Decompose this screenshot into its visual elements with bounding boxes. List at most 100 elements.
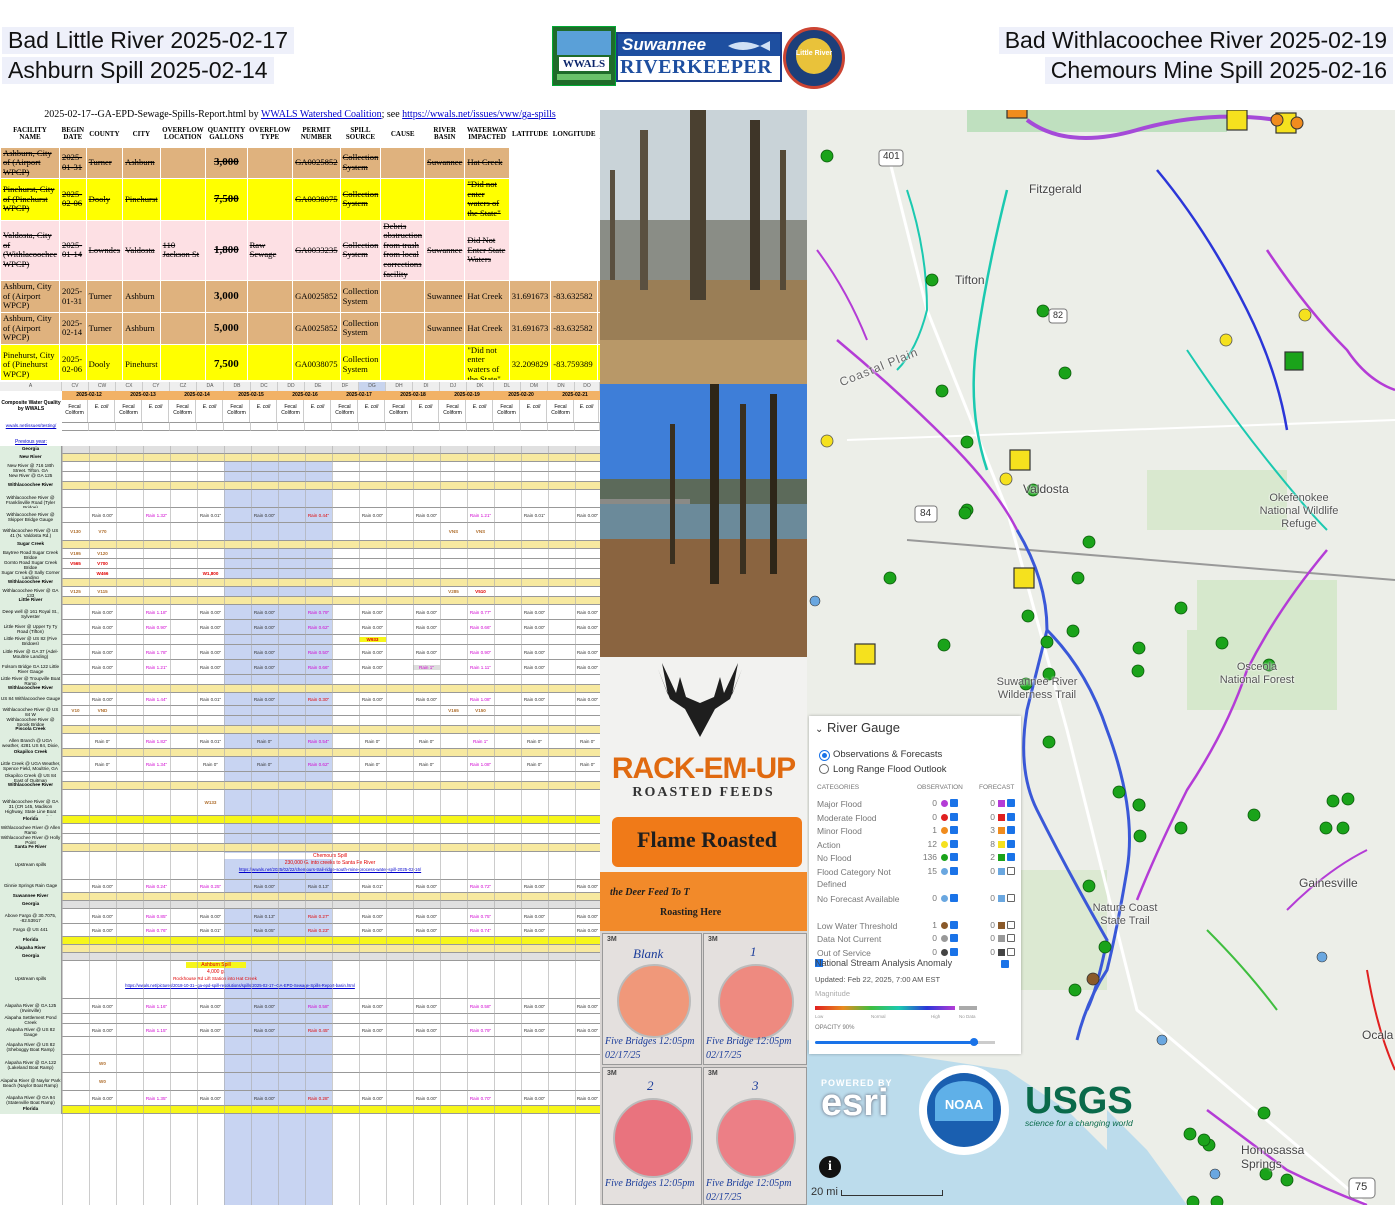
little-river-logo[interactable]: Little River [783,27,845,89]
plate-date-1: 02/17/25 [605,1050,641,1061]
spill-col-header: FACILITY NAME [13,125,47,142]
column-letter[interactable]: A [0,382,62,391]
column-letter[interactable]: DN [548,382,575,391]
spill-cell: Lowndes [85,219,124,282]
wq-testing-link[interactable]: wwals.net/issues/testing/ [0,423,62,428]
wq-site-label: Florida [0,937,62,945]
info-icon[interactable]: i [819,1156,841,1178]
wwals-link[interactable]: WWALS Watershed Coalition [261,109,382,120]
wq-value-cell: Rain 0.01" [199,512,222,518]
column-letter[interactable]: DE [305,382,332,391]
opacity-slider[interactable] [815,1038,995,1046]
column-letter[interactable]: CY [143,382,170,391]
previous-year-link[interactable]: Previous year: [0,439,62,445]
wwals-logo[interactable]: WWALS [552,26,616,86]
column-letter[interactable]: DI [413,382,440,391]
legend-observation-checkbox[interactable] [950,799,958,807]
spill-cell: -83.632582 [550,312,599,345]
column-letter[interactable]: CZ [170,382,197,391]
legend-forecast-checkbox[interactable] [1007,947,1015,956]
wq-row [0,635,600,645]
legend-forecast-checkbox[interactable] [1007,826,1015,834]
wq-value-cell: Rain 0.00" [253,1027,276,1033]
spill-cell [380,280,426,313]
wq-row [0,1014,600,1024]
wq-site-label: New River @ 716 18th Street, Tifton, GA [0,462,62,472]
legend-marker-square [998,800,1005,807]
wq-value-cell: Rain 0.00" [415,512,438,518]
wq-value-cell: Rain 1" [473,738,488,744]
spill-cell: Pinehurst, City of (Pinehurst WPCP) [0,343,61,380]
unit-cell [548,422,575,431]
wq-value-cell: W0 [99,1079,106,1084]
radio-long-range[interactable] [819,764,829,774]
legend-observation-checkbox[interactable] [950,947,958,956]
legend-observation-checkbox[interactable] [950,893,958,902]
river-gauge-map[interactable]: 401 82 84 75 Fitzgerald Tifton Valdosta … [807,110,1395,1205]
wq-row [0,953,600,961]
column-letter[interactable]: CV [62,382,89,391]
wq-value-cell: Rain 0.00" [361,512,384,518]
spill-cell: Collection System [339,312,382,345]
spill-report: 2025-02-17--GA-EPD-Sewage-Spills-Report.… [0,108,600,380]
column-letter[interactable]: DL [494,382,521,391]
column-letter[interactable]: DD [278,382,305,391]
legend-forecast-checkbox[interactable] [1007,866,1015,875]
wq-site-label: Georgia [0,446,62,454]
legend-forecast-checkbox[interactable] [1007,853,1015,861]
legend-title[interactable]: ⌄ River Gauge [815,720,900,735]
spill-row: Pinehurst, City of (Pinehurst WPCP) 2025-… [0,178,600,221]
wq-site-label: Withlacoochee River @ Skipper Bridge Gau… [0,508,62,523]
legend-observation-checkbox[interactable] [950,826,958,834]
column-letter[interactable]: DK [467,382,494,391]
legend-observation-checkbox[interactable] [950,853,958,861]
opacity-slider-handle[interactable] [970,1038,978,1046]
column-letter[interactable]: DH [386,382,413,391]
legend-observation-checkbox[interactable] [950,934,958,942]
wq-value-cell: Rain 0" [527,761,542,767]
spill-cell [159,178,207,221]
legend-forecast-checkbox[interactable] [1007,893,1015,902]
column-letter[interactable]: CX [116,382,143,391]
column-letter[interactable]: DB [224,382,251,391]
legend-marker-dot [941,921,948,929]
column-letter[interactable]: CW [89,382,116,391]
legend-forecast-checkbox[interactable] [1007,839,1015,848]
suwannee-riverkeeper-logo[interactable]: Suwannee RIVERKEEPER [616,32,782,82]
legend-forecast-checkbox[interactable] [1007,934,1015,942]
wq-row [0,901,600,909]
legend-anomaly-toggle[interactable] [1001,960,1009,968]
radio-observations[interactable] [819,750,830,761]
legend-marker-square [998,827,1005,834]
legend-observation-checkbox[interactable] [950,866,958,875]
legend-observation-checkbox[interactable] [950,812,958,821]
wq-value-cell: Rain 0.00" [523,696,546,702]
column-letter[interactable]: DM [521,382,548,391]
column-letter[interactable]: DG [359,382,386,391]
legend-anomaly: National Stream Analysis Anomaly [815,958,953,968]
legend-observation-checkbox[interactable] [950,920,958,929]
wq-value-cell: V150 [475,708,486,713]
wq-value-cell: Rain 0.85" [145,913,168,919]
legend-forecast-checkbox[interactable] [1007,799,1015,807]
spill-cell: GA0033235 [292,219,341,282]
wq-row [0,816,600,824]
legend-title-text: River Gauge [827,720,900,735]
legend-forecast-checkbox[interactable] [1007,920,1015,929]
legend-forecast-checkbox[interactable] [1007,812,1015,821]
column-letter[interactable]: DF [332,382,359,391]
measure-header: Fecal Coliform [548,400,574,422]
grid-line [143,446,144,1205]
spill-col-header: LATITUDE [511,129,548,138]
wq-value-cell: Rain 0.00" [523,883,546,889]
column-letter[interactable]: DA [197,382,224,391]
column-letter[interactable]: DC [251,382,278,391]
wq-site-label: New River @ GA 125 [0,472,62,482]
ga-spills-link[interactable]: https://wwals.net/issues/vww/ga-spills [402,109,556,120]
plate-blank: 3M Blank Five Bridges 12:05pm 02/17/25 [602,933,702,1065]
place-homosassa: Homosassa Springs [1241,1143,1305,1171]
legend-observation-checkbox[interactable] [950,839,958,848]
column-letter[interactable]: DJ [440,382,467,391]
ashburn-spill-link[interactable]: https://wwals.net/pictures/2018-10-31--g… [60,983,420,988]
column-letter[interactable]: DO [575,382,600,391]
